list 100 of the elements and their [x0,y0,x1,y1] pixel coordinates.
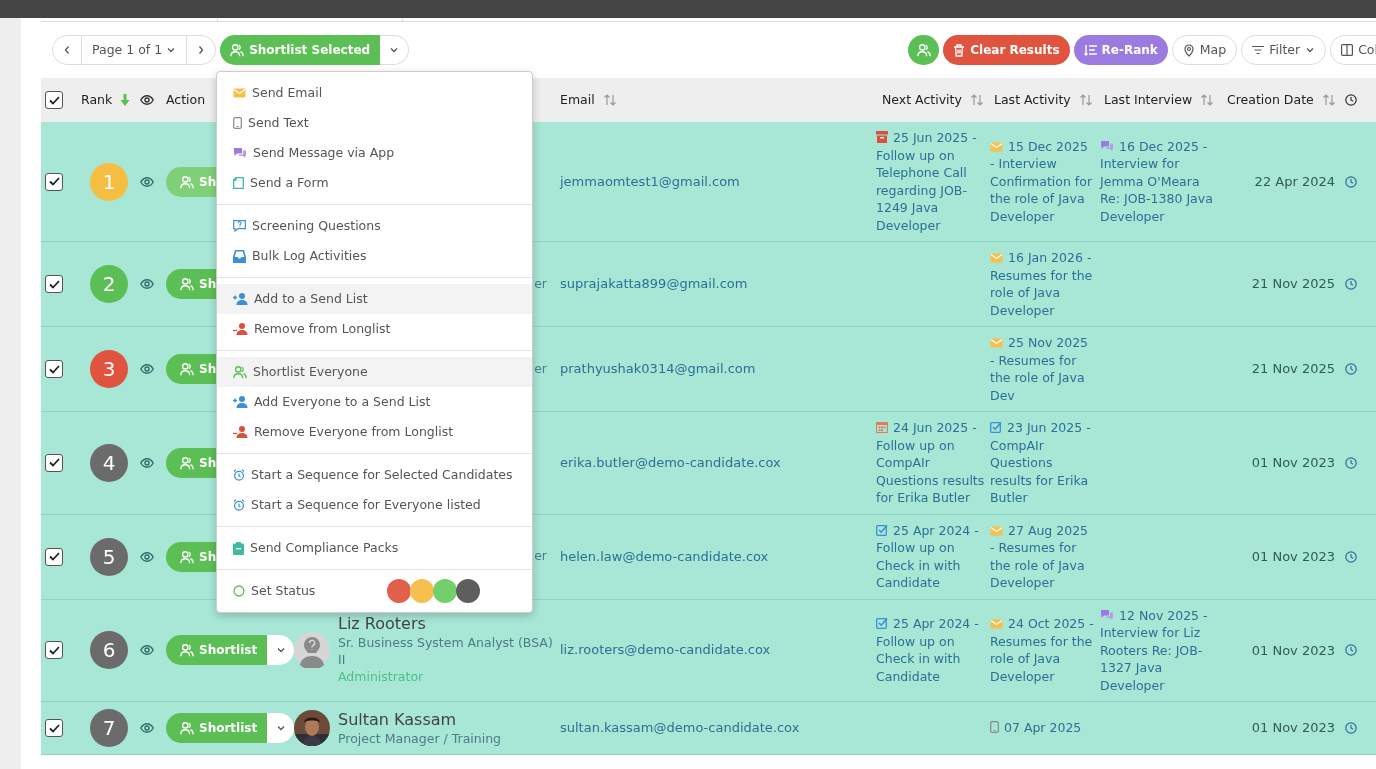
status-dot[interactable] [410,579,434,603]
activity-text: 27 Aug 2025 - Resumes for the role of Java Developer [990,521,1090,592]
rank-badge: 3 [90,350,128,388]
filter-button[interactable]: Filter [1241,35,1327,65]
checkbox-icon [876,523,888,536]
menu-item[interactable]: Remove from Longlist [217,314,532,344]
sort-icon [602,94,617,106]
people-icon [180,277,194,291]
map-button[interactable]: Map [1171,35,1238,65]
email-link[interactable]: helen.law@demo-candidate.cox [555,548,769,564]
filter-icon [1252,45,1265,55]
column-header: Email [560,90,595,109]
checkbox[interactable] [45,275,63,293]
remove-user-icon [233,323,248,335]
dropdown-toggle-button[interactable] [267,713,294,743]
columns-button[interactable]: Col [1330,35,1376,65]
email-link[interactable]: suprajakatta899@gmail.com [555,276,748,292]
dropdown-toggle-button[interactable] [380,35,410,65]
activity-text: 25 Jun 2025 - Follow up on Telephone Call regarding JOB-1249 Java Developer [876,129,978,234]
job-title: er [534,275,547,291]
check-icon [48,177,60,186]
sort-list-icon [1083,44,1097,56]
menu-item[interactable]: Start a Sequence for Selected Candidates [217,460,532,490]
menu-item[interactable]: Send a Form [217,168,532,198]
caret-icon [389,45,400,55]
email-link[interactable]: jemmaomtest1@gmail.com [555,173,740,189]
envelope-icon [990,253,1003,263]
checkbox[interactable] [45,719,63,737]
status-dot[interactable] [433,579,457,603]
column-header: Last Interview [1104,90,1193,109]
clock-icon [1345,94,1357,106]
sort-icon [1200,94,1215,106]
people-icon [230,43,245,57]
people-icon [916,43,931,57]
eye-icon [140,457,154,468]
date-text: 01 Nov 2023 [1251,720,1335,736]
add-user-icon [233,396,248,408]
email-link[interactable]: sultan.kassam@demo-candidate.cox [555,720,800,736]
clock-icon [1345,175,1357,188]
rank-badge: 5 [90,537,128,576]
email-link[interactable]: prathyushak0314@gmail.com [555,361,756,377]
check-icon [48,645,60,655]
menu-item[interactable]: Send Compliance Packs [217,533,532,563]
add-user-icon [233,293,248,305]
company-name: Administrator [338,667,425,686]
menu-item[interactable]: Send Email [217,78,532,108]
trash-icon [953,43,966,57]
job-title: er [534,360,547,376]
clock-icon [1345,722,1357,734]
envelope-icon [990,619,1003,630]
chat-bubbles-icon [1100,608,1114,621]
menu-item[interactable]: Start a Sequence for Everyone listed [217,490,532,520]
checkbox[interactable] [45,641,63,660]
page-select[interactable]: Page 1 of 1 [81,36,187,64]
check-icon [48,364,60,374]
checkbox[interactable] [45,172,63,191]
checkbox[interactable] [45,360,63,378]
date-text: 22 Apr 2024 [1254,173,1335,189]
clipboard-icon [233,541,244,555]
menu-item[interactable]: Bulk Log Activities [217,241,532,271]
menu-item[interactable]: Remove Everyone from Longlist [217,417,532,447]
email-link[interactable]: erika.butler@demo-candidate.cox [555,454,781,470]
archive-box-icon [876,131,888,143]
caret-icon [275,723,286,733]
eye-icon [140,645,154,656]
people-icon [180,721,194,735]
menu-item[interactable]: Add Everyone to a Send List [217,387,532,417]
menu-item[interactable]: Set Status [217,576,316,606]
status-dot[interactable] [456,579,480,603]
map-pin-icon [1182,43,1195,57]
activity-text: 23 Jun 2025 - CompAIr Questions results for Erika Butler [990,419,1092,507]
activity-text: 25 Nov 2025 - Resumes for the role of Java Dev [990,334,1090,404]
email-link[interactable]: liz.rooters@demo-candidate.cox [555,642,771,658]
clock-icon [1345,550,1357,563]
checkbox[interactable] [45,453,63,472]
activity-text: 16 Dec 2025 - Interview for Jemma O'Meara Re: JOB-1380 Java Developer [1100,137,1214,226]
menu-item[interactable]: Shortlist Everyone [217,357,532,387]
status-dot[interactable] [387,579,411,603]
job-title: Sr. Business System Analyst (BSA) II [338,633,554,668]
people-icon [180,362,194,376]
dropdown-toggle-button[interactable] [267,635,294,666]
checkbox[interactable] [45,547,63,566]
clear-results-button[interactable]: Clear Results [943,35,1070,65]
menu-item[interactable]: Screening Questions [217,211,532,241]
rank-badge: 7 [90,709,128,747]
envelope-icon [990,141,1003,152]
job-title: Project Manager / Training [338,729,502,747]
menu-item[interactable]: Add to a Send List [217,284,532,314]
date-text: 01 Nov 2023 [1251,642,1335,658]
envelope-icon [990,338,1003,348]
checkbox[interactable] [45,91,63,109]
form-icon [233,177,244,189]
menu-item[interactable]: Send Message via App [217,138,532,168]
candidate-name: Liz Rooters [338,613,427,634]
activity-text: 24 Jun 2025 - Follow up on CompAIr Questions results for Erika Butler [876,419,986,507]
alarm-clock-icon [233,499,245,511]
menu-item[interactable]: Send Text [217,108,532,138]
people-icon [180,455,194,470]
activity-text: 25 Apr 2024 - Follow up on Check in with Candidate [876,521,980,592]
clock-icon [1345,644,1357,657]
